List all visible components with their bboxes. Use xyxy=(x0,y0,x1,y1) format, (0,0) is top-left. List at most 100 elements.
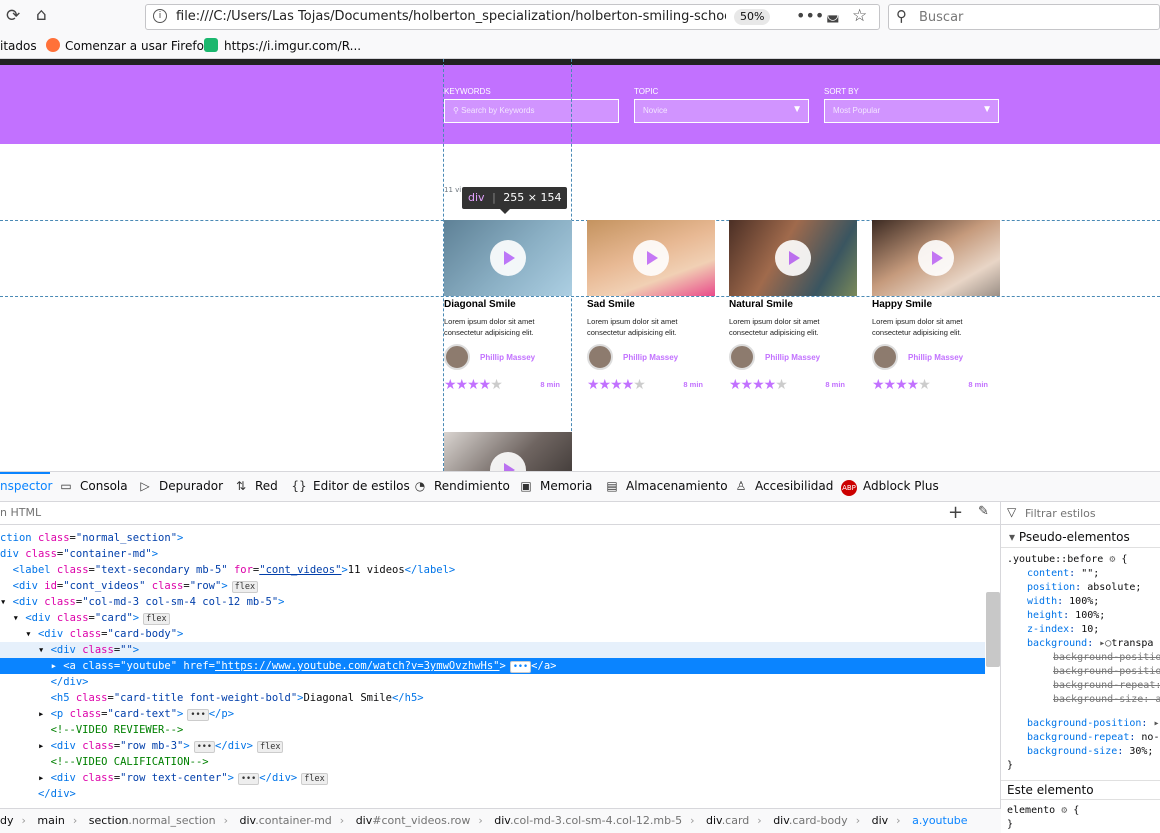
collapse-arrow-icon[interactable]: ▸ xyxy=(51,660,64,672)
flex-badge[interactable]: flex xyxy=(143,613,170,625)
flex-badge[interactable]: flex xyxy=(256,741,284,753)
collapse-arrow-icon[interactable]: ▸ xyxy=(38,740,51,752)
breadcrumb-item[interactable]: div xyxy=(872,814,889,827)
expand-arrow-icon[interactable]: ▾ xyxy=(25,628,38,640)
tab-inspector[interactable]: nspector xyxy=(0,479,52,493)
play-icon[interactable] xyxy=(490,240,526,276)
rule-prop[interactable]: content: ""; xyxy=(1027,567,1099,581)
collapse-arrow-icon[interactable]: ▸ xyxy=(38,772,51,784)
flex-badge[interactable]: flex xyxy=(231,581,259,593)
video-thumbnail[interactable] xyxy=(444,432,572,471)
url-bar[interactable]: i file:///C:/Users/Las Tojas/Documents/h… xyxy=(145,4,880,30)
video-thumbnail[interactable] xyxy=(444,220,572,296)
markup-line[interactable]: div class="container-md"> xyxy=(0,546,985,562)
tab-memory[interactable]: ▣ Memoria xyxy=(518,479,592,493)
rule-prop[interactable]: background-repeat: no-r xyxy=(1027,731,1160,745)
markup-line[interactable]: ▸ <div class="row mb-3"> ••• </div> flex xyxy=(0,738,985,754)
rule-prop[interactable]: position: absolute; xyxy=(1027,581,1141,595)
reload-icon[interactable]: ⟳ xyxy=(6,6,20,26)
breadcrumb-item[interactable]: div#cont_videos.row xyxy=(356,814,471,827)
tab-performance[interactable]: ◔ Rendimiento xyxy=(412,479,510,493)
gear-icon[interactable]: ⚙ xyxy=(1109,554,1115,565)
bookmark-item[interactable]: Comenzar a usar Firefox xyxy=(65,39,211,53)
more-icon[interactable]: ••• xyxy=(796,6,824,25)
breadcrumb-item[interactable]: div.card-body xyxy=(773,814,847,827)
breadcrumb-item[interactable]: div.col-md-3.col-sm-4.col-12.mb-5 xyxy=(494,814,682,827)
tab-network[interactable]: ⇅ Red xyxy=(233,479,278,493)
markup-line[interactable]: </div> xyxy=(0,674,985,690)
info-icon[interactable]: i xyxy=(153,9,167,23)
ellipsis-badge[interactable]: ••• xyxy=(193,741,216,753)
overridden-prop[interactable]: background-positio xyxy=(1053,665,1160,679)
home-icon[interactable]: ⌂ xyxy=(36,5,47,25)
video-card[interactable]: Diagonal Smile Lorem ipsum dolor sit ame… xyxy=(444,220,572,393)
sort-select[interactable]: Most Popular ▼ xyxy=(824,99,999,123)
zoom-badge[interactable]: 50% xyxy=(734,9,771,25)
breadcrumb-item[interactable]: main xyxy=(37,814,64,827)
rule-prop[interactable]: background-size: 30%; xyxy=(1027,745,1153,759)
add-node-icon[interactable]: + xyxy=(948,502,963,523)
url-text[interactable]: file:///C:/Users/Las Tojas/Documents/hol… xyxy=(176,9,726,24)
ellipsis-badge[interactable]: ••• xyxy=(237,773,260,785)
play-icon[interactable] xyxy=(918,240,954,276)
markup-line[interactable]: <label class="text-secondary mb-5" for="… xyxy=(0,562,985,578)
search-bar[interactable]: ⚲ Buscar xyxy=(888,4,1160,30)
gear-icon[interactable]: ⚙ xyxy=(1061,805,1067,816)
bookmark-star-icon[interactable]: ☆ xyxy=(852,6,867,26)
breadcrumb-item[interactable]: div.container-md xyxy=(240,814,332,827)
play-icon[interactable] xyxy=(633,240,669,276)
rule-prop[interactable]: z-index: 10; xyxy=(1027,623,1099,637)
video-card[interactable]: Happy Smile Lorem ipsum dolor sit amet c… xyxy=(872,220,1000,393)
markup-line[interactable]: <!--VIDEO CALIFICATION--> xyxy=(0,754,985,770)
rule-prop[interactable]: height: 100%; xyxy=(1027,609,1105,623)
bookmark-item[interactable]: itados xyxy=(0,39,37,53)
overridden-prop[interactable]: background-size: a xyxy=(1053,693,1160,707)
video-card[interactable]: Sad Smile Lorem ipsum dolor sit amet con… xyxy=(587,220,715,393)
expand-arrow-icon[interactable]: ▾ xyxy=(13,612,26,624)
markup-line-selected[interactable]: ▸ <a class="youtube" href="https://www.y… xyxy=(0,658,985,674)
overridden-prop[interactable]: background-positio xyxy=(1053,651,1160,665)
filter-styles-input[interactable]: ▽ Filtrar estilos xyxy=(1001,502,1160,525)
breadcrumb-item[interactable]: div.card xyxy=(706,814,749,827)
markup-line[interactable]: ▸ <div class="row text-center"> ••• </div>… xyxy=(0,770,985,786)
video-thumbnail[interactable] xyxy=(729,220,857,296)
eyedropper-icon[interactable]: ✎ xyxy=(978,504,989,519)
markup-line[interactable]: <!--VIDEO REVIEWER--> xyxy=(0,722,985,738)
markup-line[interactable]: <div id="cont_videos" class="row"> flex xyxy=(0,578,985,594)
markup-line[interactable]: </div> xyxy=(0,786,985,802)
search-html-input[interactable]: n HTML + ✎ xyxy=(0,502,1001,525)
tab-style-editor[interactable]: {} Editor de estilos xyxy=(291,479,409,493)
tab-storage[interactable]: ▤ Almacenamiento xyxy=(604,479,727,493)
markup-line[interactable]: ▸ <p class="card-text"> ••• </p> xyxy=(0,706,985,722)
breadcrumb-item[interactable]: section.normal_section xyxy=(89,814,216,827)
flex-badge[interactable]: flex xyxy=(301,773,328,785)
markup-line[interactable]: ▾ <div class="card-body"> xyxy=(0,626,985,642)
overridden-prop[interactable]: background-repeat: xyxy=(1053,679,1160,693)
tab-adblock[interactable]: ABP Adblock Plus xyxy=(841,479,939,496)
pseudo-elements-header[interactable]: ▾ Pseudo-elementos xyxy=(1001,530,1160,548)
video-card[interactable]: Natural Smile Lorem ipsum dolor sit amet… xyxy=(729,220,857,393)
expand-arrow-icon[interactable]: ▾ xyxy=(38,644,51,656)
markup-line[interactable]: ▾ <div class="card"> flex xyxy=(0,610,985,626)
markup-scrollbar[interactable] xyxy=(986,592,1000,667)
video-thumbnail[interactable] xyxy=(872,220,1000,296)
ellipsis-badge[interactable]: ••• xyxy=(187,709,209,721)
breadcrumb-item-selected[interactable]: a.youtube xyxy=(912,814,968,827)
element-rule[interactable]: elemento ⚙ { xyxy=(1007,804,1079,818)
markup-line[interactable]: ▾ <div class="col-md-3 col-sm-4 col-12 m… xyxy=(0,594,985,610)
rule-prop[interactable]: width: 100%; xyxy=(1027,595,1099,609)
rule-selector[interactable]: .youtube::before ⚙ { xyxy=(1007,553,1127,567)
play-icon[interactable] xyxy=(775,240,811,276)
keywords-input[interactable]: ⚲ Search by Keywords xyxy=(444,99,619,123)
tab-debugger[interactable]: ▷ Depurador xyxy=(137,479,223,493)
tab-console[interactable]: ▭ Consola xyxy=(58,479,127,493)
pocket-icon[interactable]: ◛ xyxy=(826,7,840,23)
markup-line[interactable]: ction class="normal_section"> xyxy=(0,530,985,546)
video-thumbnail[interactable] xyxy=(587,220,715,296)
rule-prop[interactable]: background-position: ▸ xyxy=(1027,717,1159,731)
ellipsis-badge[interactable]: ••• xyxy=(509,661,532,673)
topic-select[interactable]: Novice ▼ xyxy=(634,99,809,123)
collapse-arrow-icon[interactable]: ▸ xyxy=(38,708,51,720)
breadcrumb-item[interactable]: dy xyxy=(0,814,14,827)
play-icon[interactable] xyxy=(490,452,526,471)
